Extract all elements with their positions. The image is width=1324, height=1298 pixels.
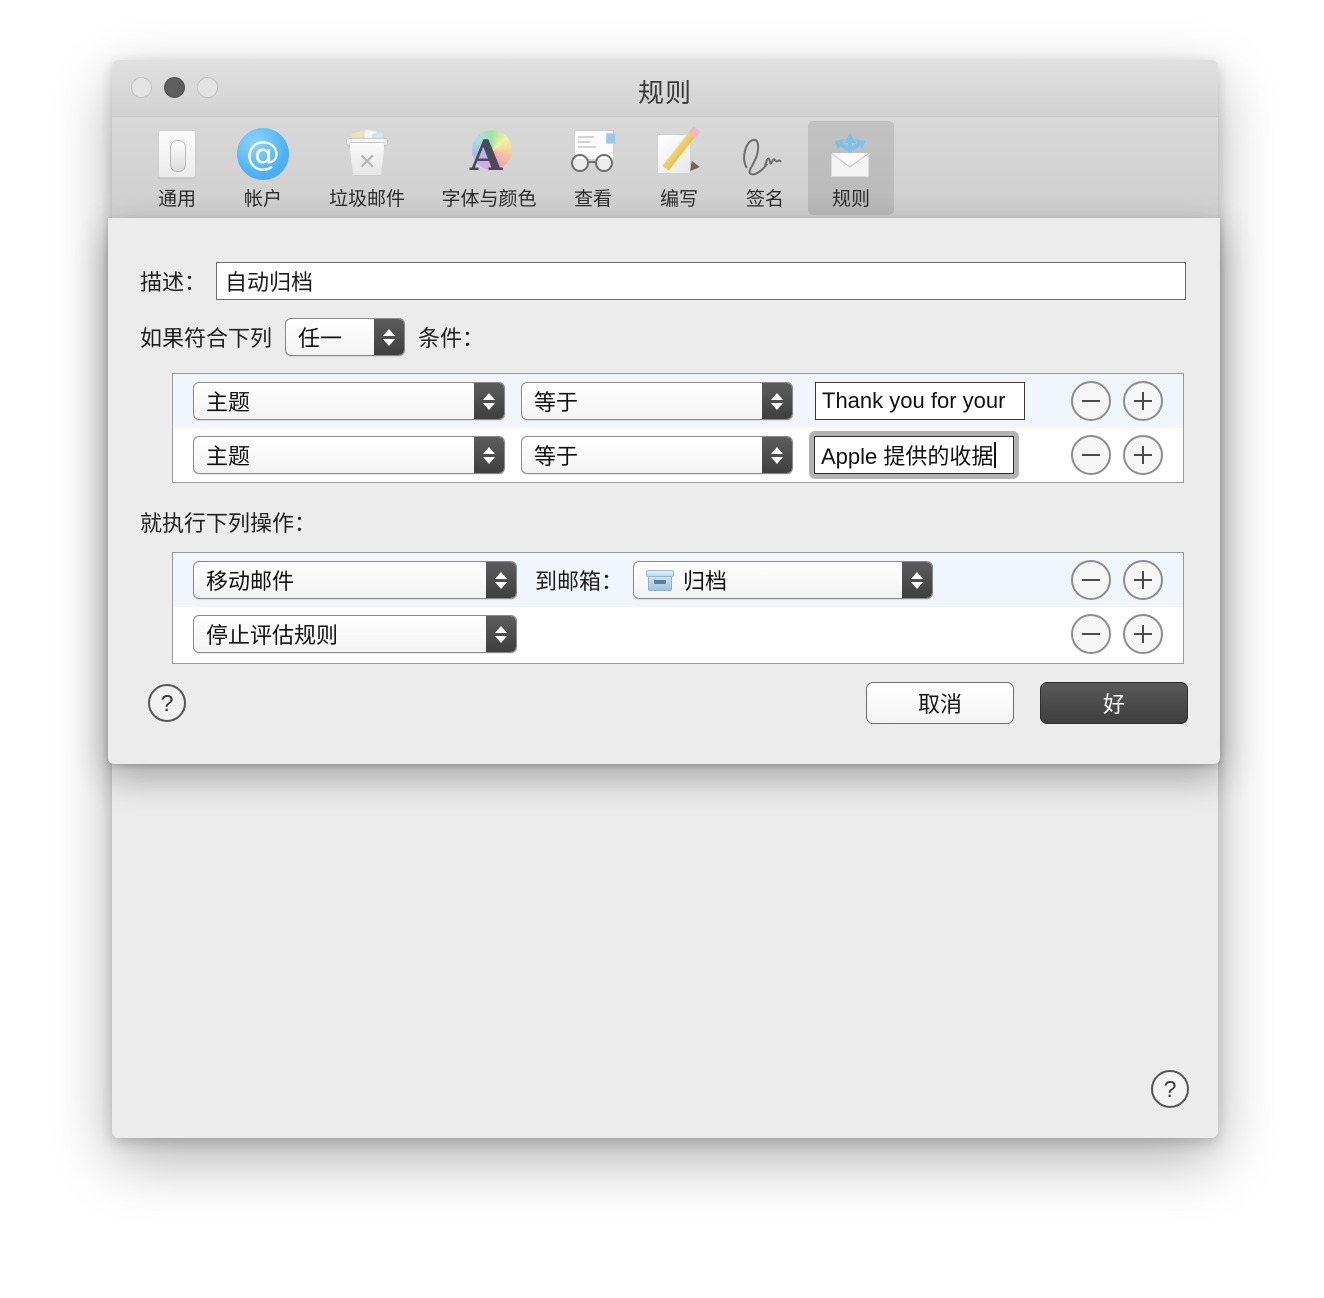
mailbox-icon xyxy=(646,568,675,592)
match-suffix-label: 条件： xyxy=(418,326,485,351)
condition-operator-select-2[interactable]: 等于 xyxy=(521,436,793,474)
window-titlebar: 规则 xyxy=(112,60,1218,117)
actions-label: 就执行下列操作： xyxy=(140,511,317,536)
action-select-1[interactable]: 移动邮件 xyxy=(193,561,517,599)
actions-group: 移动邮件 到邮箱： 归档 停止评估规则 xyxy=(172,552,1184,664)
trash-can-icon: ✕ xyxy=(339,126,395,182)
action-target-label-1: 到邮箱： xyxy=(535,569,624,594)
add-action-button-1[interactable] xyxy=(1123,560,1163,600)
description-label: 描述： xyxy=(140,270,207,295)
toolbar-label-fonts-colors: 字体与颜色 xyxy=(441,189,537,210)
toolbar-item-junk[interactable]: ✕ 垃圾邮件 xyxy=(306,121,428,215)
conditions-group: 主题 等于 Thank you for your 主题 等于 Apple 提供的… xyxy=(172,373,1184,483)
toolbar-item-rules[interactable]: 规则 xyxy=(808,121,894,215)
preferences-toolbar: 通用 @ 帐户 ✕ 垃圾邮件 A 字体与颜色 查看 编写 签名 规则 xyxy=(112,117,1218,222)
action-row-buttons-2 xyxy=(1071,614,1163,654)
text-caret xyxy=(994,442,997,468)
window-title: 规则 xyxy=(637,78,692,108)
general-switch-icon xyxy=(149,126,205,182)
cancel-button[interactable]: 取消 xyxy=(866,682,1014,724)
match-prefix-label: 如果符合下列 xyxy=(140,326,273,351)
remove-action-button-1[interactable] xyxy=(1071,560,1111,600)
condition-row-1: 主题 等于 Thank you for your xyxy=(173,374,1183,428)
chevron-updown-icon xyxy=(902,562,933,598)
add-condition-button-2[interactable] xyxy=(1123,435,1163,475)
description-input[interactable]: 自动归档 xyxy=(216,262,1186,300)
condition-value-text-2: Apple 提供的收据 xyxy=(821,444,994,469)
at-sign-icon: @ xyxy=(235,126,291,182)
action-row-2: 停止评估规则 xyxy=(173,607,1183,661)
condition-operator-value-2: 等于 xyxy=(534,444,579,469)
rules-envelope-arrows-icon xyxy=(823,126,879,182)
condition-field-select-1[interactable]: 主题 xyxy=(193,382,505,420)
condition-field-select-2[interactable]: 主题 xyxy=(193,436,505,474)
add-action-button-2[interactable] xyxy=(1123,614,1163,654)
chevron-updown-icon xyxy=(486,562,516,598)
action-select-2[interactable]: 停止评估规则 xyxy=(193,615,517,653)
chevron-updown-icon xyxy=(374,319,405,355)
chevron-updown-icon xyxy=(474,437,504,473)
chevron-updown-icon xyxy=(762,383,792,419)
toolbar-item-viewing[interactable]: 查看 xyxy=(550,121,636,215)
action-row-1: 移动邮件 到邮箱： 归档 xyxy=(173,553,1183,607)
toolbar-label-accounts: 帐户 xyxy=(243,189,282,210)
toolbar-label-rules: 规则 xyxy=(831,189,870,210)
mailbox-select-1[interactable]: 归档 xyxy=(633,561,934,599)
chevron-updown-icon xyxy=(474,383,504,419)
pencil-page-icon xyxy=(651,126,707,182)
action-value-2: 停止评估规则 xyxy=(206,623,339,648)
toolbar-item-fonts-colors[interactable]: A 字体与颜色 xyxy=(428,121,550,215)
remove-condition-button-2[interactable] xyxy=(1071,435,1111,475)
toolbar-label-composing: 编写 xyxy=(659,189,698,210)
match-type-select[interactable]: 任一 xyxy=(285,318,406,356)
action-value-1: 移动邮件 xyxy=(206,569,295,594)
toolbar-item-general[interactable]: 通用 xyxy=(134,121,220,215)
font-color-wheel-icon: A xyxy=(461,126,517,182)
condition-row-2: 主题 等于 Apple 提供的收据 xyxy=(173,428,1183,482)
toolbar-item-composing[interactable]: 编写 xyxy=(636,121,722,215)
toolbar-item-accounts[interactable]: @ 帐户 xyxy=(220,121,306,215)
condition-field-value-2: 主题 xyxy=(206,444,251,469)
signature-icon xyxy=(737,126,793,182)
ok-button[interactable]: 好 xyxy=(1040,682,1188,724)
rule-edit-sheet: 描述： 自动归档 如果符合下列 任一 条件： 主题 等于 Thank you f… xyxy=(108,218,1220,764)
screen: 规则 通用 @ 帐户 ✕ 垃圾邮件 A 字体与颜色 查看 编写 签名 规则 ? … xyxy=(0,0,1324,1298)
action-row-buttons-1 xyxy=(1071,560,1163,600)
sheet-footer-buttons: 取消 好 xyxy=(866,682,1188,724)
condition-row-buttons-2 xyxy=(1071,435,1163,475)
match-type-value: 任一 xyxy=(298,326,343,351)
condition-value-focus-ring-2: Apple 提供的收据 xyxy=(809,431,1019,479)
toolbar-item-signatures[interactable]: 签名 xyxy=(722,121,808,215)
condition-field-value-1: 主题 xyxy=(206,390,251,415)
toolbar-label-general: 通用 xyxy=(157,189,196,210)
condition-row-buttons-1 xyxy=(1071,381,1163,421)
description-row: 描述： 自动归档 xyxy=(140,262,1186,300)
toolbar-label-junk: 垃圾邮件 xyxy=(328,189,405,210)
match-row: 如果符合下列 任一 条件： xyxy=(140,318,484,356)
mailbox-value-1: 归档 xyxy=(683,569,728,594)
condition-operator-value-1: 等于 xyxy=(534,390,579,415)
chevron-updown-icon xyxy=(762,437,792,473)
toolbar-label-viewing: 查看 xyxy=(573,189,612,210)
condition-value-input-2[interactable]: Apple 提供的收据 xyxy=(814,436,1014,474)
help-button-sheet[interactable]: ? xyxy=(148,684,186,722)
help-button-background[interactable]: ? xyxy=(1151,1070,1189,1108)
condition-operator-select-1[interactable]: 等于 xyxy=(521,382,793,420)
add-condition-button-1[interactable] xyxy=(1123,381,1163,421)
condition-value-input-1[interactable]: Thank you for your xyxy=(815,382,1025,420)
remove-action-button-2[interactable] xyxy=(1071,614,1111,654)
toolbar-label-signatures: 签名 xyxy=(745,189,784,210)
envelope-glasses-icon xyxy=(565,126,621,182)
remove-condition-button-1[interactable] xyxy=(1071,381,1111,421)
chevron-updown-icon xyxy=(486,616,516,652)
